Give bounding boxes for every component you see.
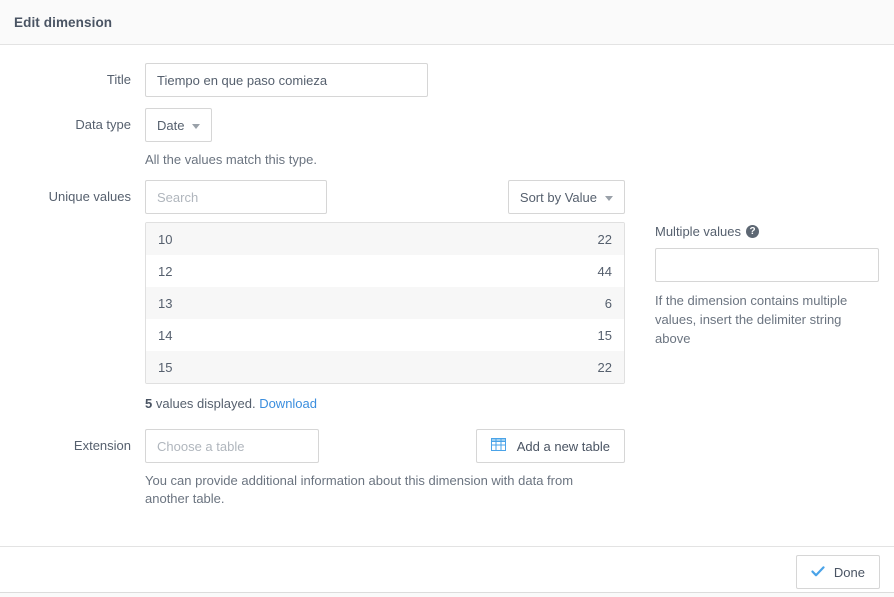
table-row[interactable]: 12 44 — [146, 255, 624, 287]
extension-label: Extension — [14, 429, 145, 463]
bottom-divider — [0, 592, 894, 597]
done-button-label: Done — [834, 565, 865, 580]
values-footer: 5 values displayed. Download — [145, 396, 880, 411]
page-title: Edit dimension — [14, 15, 112, 30]
values-displayed-text: values displayed. — [152, 396, 259, 411]
multiple-values-label-wrap: Multiple values ? — [655, 224, 885, 239]
add-new-table-button[interactable]: Add a new table — [476, 429, 625, 463]
table-row[interactable]: 1522 — [146, 351, 624, 383]
title-label: Title — [14, 63, 145, 97]
dialog-footer: Done — [0, 546, 894, 597]
value-cell: 15 — [158, 360, 172, 375]
count-cell: 44 — [598, 264, 612, 279]
count-cell: 15 — [598, 328, 612, 343]
sort-dropdown[interactable]: Sort by Value — [508, 180, 625, 214]
data-type-field-wrap: Date All the values match this type. — [145, 108, 880, 169]
value-cell: 14 — [158, 328, 172, 343]
title-input[interactable] — [145, 63, 428, 97]
dialog-header: Edit dimension — [0, 0, 894, 45]
unique-values-table: 1022124413614151522 — [145, 222, 625, 384]
data-type-hint: All the values match this type. — [145, 151, 880, 169]
multiple-values-section: Multiple values ? If the dimension conta… — [655, 224, 885, 348]
check-icon — [811, 565, 825, 580]
data-type-row: Data type Date All the values match this… — [14, 108, 880, 169]
table-row[interactable]: 10 22 — [146, 223, 624, 255]
multiple-values-input[interactable] — [655, 248, 879, 282]
extension-controls: Add a new table — [145, 429, 625, 463]
multiple-values-label: Multiple values — [655, 224, 741, 239]
count-cell: 6 — [605, 296, 612, 311]
unique-values-toolbar: Sort by Value — [145, 180, 625, 214]
help-icon[interactable]: ? — [746, 225, 759, 238]
table-row[interactable]: 14 15 — [146, 319, 624, 351]
chevron-down-icon — [192, 124, 200, 129]
add-new-table-label: Add a new table — [517, 439, 610, 454]
chevron-down-icon — [605, 196, 613, 201]
extension-row: Extension — [14, 429, 880, 508]
data-type-label: Data type — [14, 108, 145, 142]
sort-dropdown-label: Sort by Value — [520, 190, 597, 205]
extension-field-wrap: Add a new table You can provide addition… — [145, 429, 880, 508]
edit-dimension-dialog: Edit dimension Title Data type Date All … — [0, 0, 894, 597]
table-row[interactable]: 13 6 — [146, 287, 624, 319]
multiple-values-hint: If the dimension contains multiple value… — [655, 291, 875, 348]
count-cell: 22 — [598, 360, 612, 375]
choose-table-input[interactable] — [145, 429, 319, 463]
done-button[interactable]: Done — [796, 555, 880, 589]
value-cell: 13 — [158, 296, 172, 311]
count-cell: 22 — [598, 232, 612, 247]
title-row: Title — [14, 63, 880, 97]
unique-values-label: Unique values — [14, 180, 145, 214]
extension-hint: You can provide additional information a… — [145, 472, 615, 508]
title-field-wrap — [145, 63, 880, 97]
data-type-dropdown[interactable]: Date — [145, 108, 212, 142]
value-cell: 12 — [158, 264, 172, 279]
search-input[interactable] — [145, 180, 327, 214]
value-cell: 10 — [158, 232, 172, 247]
data-type-value: Date — [157, 118, 184, 133]
download-link[interactable]: Download — [259, 396, 317, 411]
dialog-body: Title Data type Date All the values matc… — [0, 45, 894, 546]
table-grid-icon — [491, 438, 506, 454]
